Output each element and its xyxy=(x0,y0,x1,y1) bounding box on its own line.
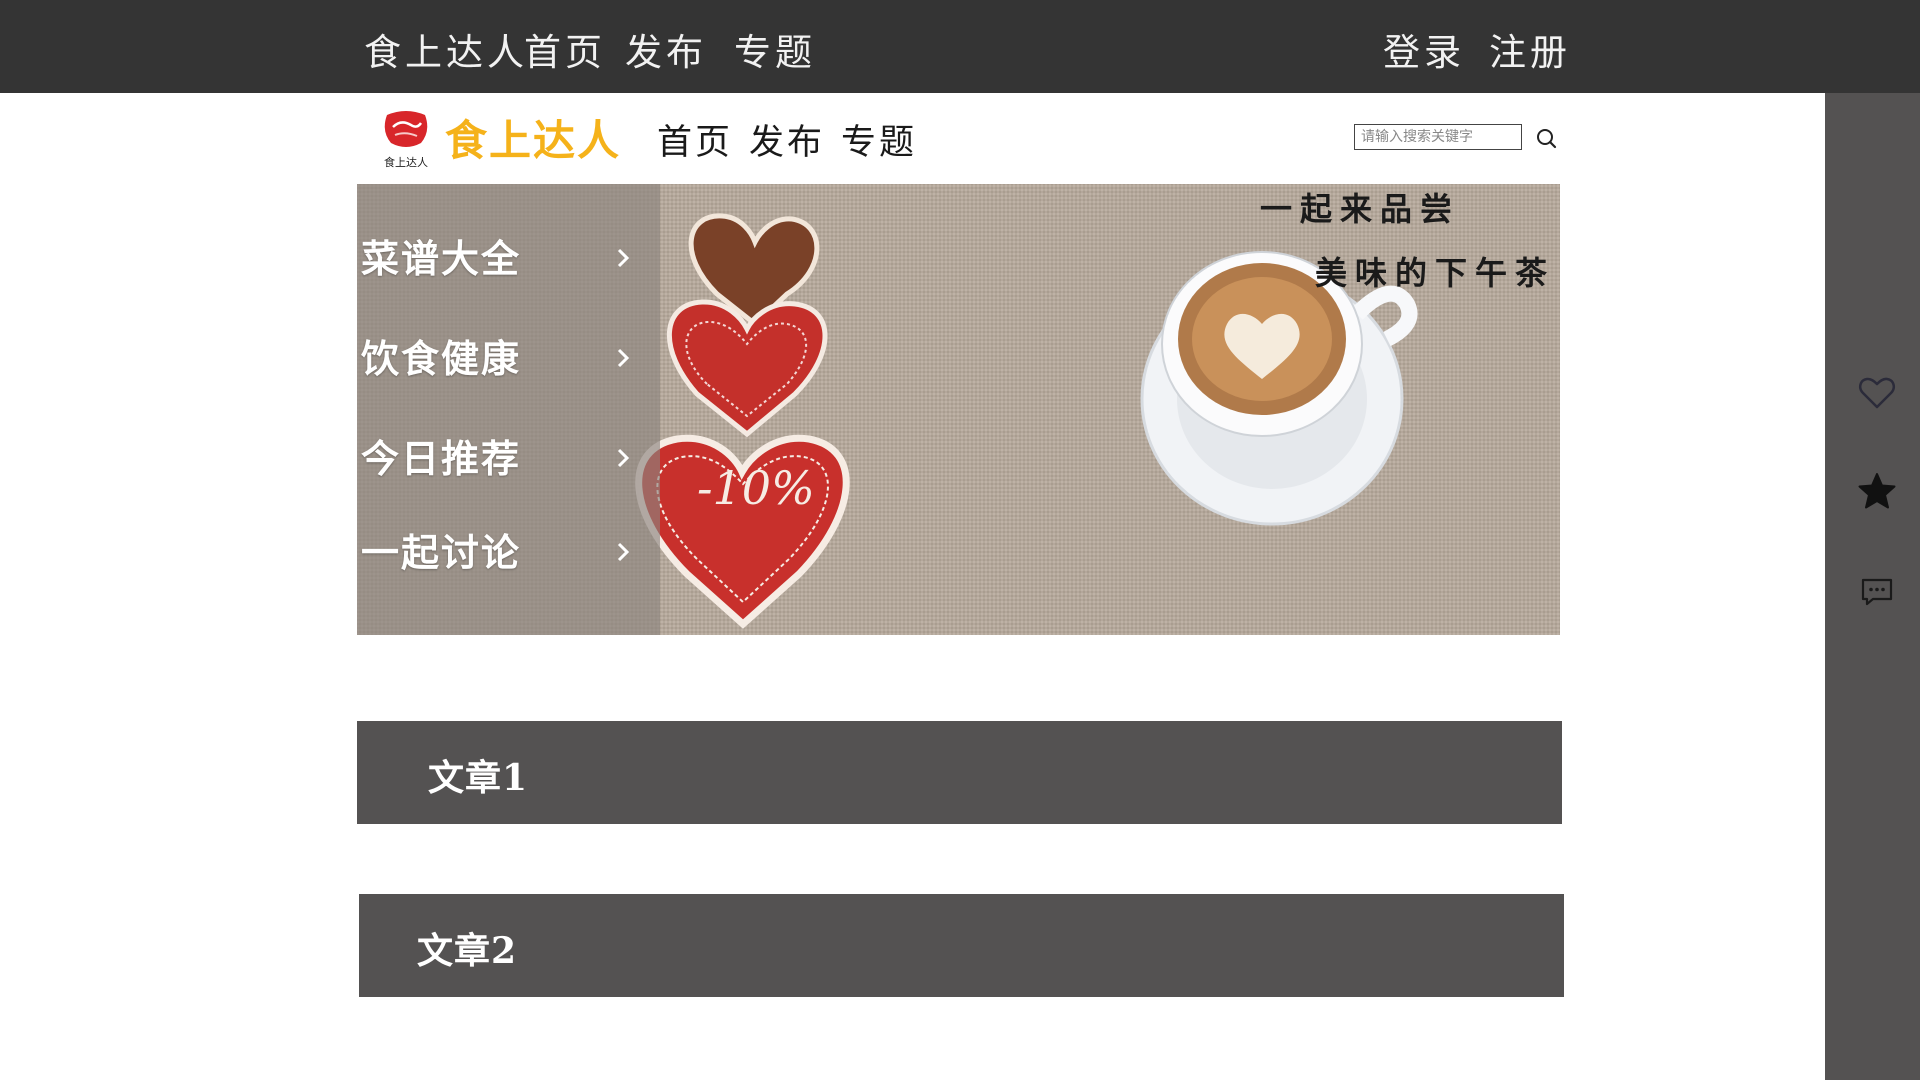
menu-item-discuss[interactable]: 一起讨论 xyxy=(361,522,651,582)
menu-item-health[interactable]: 饮食健康 xyxy=(361,328,651,388)
search-input[interactable] xyxy=(1354,124,1522,150)
login-link[interactable]: 登录 xyxy=(1383,22,1465,76)
top-nav-topics[interactable]: 专题 xyxy=(734,22,816,76)
top-nav-publish[interactable]: 发布 xyxy=(625,22,707,76)
banner-headline-2: 美味的下午茶 xyxy=(1315,254,1556,292)
nav-publish[interactable]: 发布 xyxy=(749,114,825,165)
right-sidebar xyxy=(1825,93,1920,1080)
article-title[interactable]: 文章1 xyxy=(428,749,528,801)
register-link[interactable]: 注册 xyxy=(1489,22,1571,76)
menu-item-label: 饮食健康 xyxy=(361,336,522,381)
top-navbar: 食上达人 首页 发布 专题 登录 注册 xyxy=(0,0,1920,93)
category-menu: 菜谱大全 饮食健康 今日推荐 一起讨论 xyxy=(357,184,660,635)
hero-banner: -10% 菜谱大全 饮食健康 今日推荐 一起讨论 一起来品尝 美味的下午茶 xyxy=(357,184,1560,635)
top-brand[interactable]: 食上达人 xyxy=(364,22,528,76)
article-card-1[interactable]: 文章1 xyxy=(357,721,1562,824)
site-logo[interactable]: 食上达人 xyxy=(381,109,431,169)
menu-item-label: 一起讨论 xyxy=(361,530,522,575)
logo-caption: 食上达人 xyxy=(384,156,428,169)
brand-title[interactable]: 食上达人 xyxy=(445,107,621,168)
nav-home[interactable]: 首页 xyxy=(657,114,733,165)
search-icon[interactable] xyxy=(1534,126,1558,150)
article-title[interactable]: 文章2 xyxy=(417,922,517,974)
discount-badge: -10% xyxy=(697,461,815,515)
comment-icon[interactable] xyxy=(1857,571,1897,611)
chevron-right-icon xyxy=(617,448,630,468)
nav-topics[interactable]: 专题 xyxy=(841,114,917,165)
banner-headline-1: 一起来品尝 xyxy=(1260,190,1461,228)
menu-item-today[interactable]: 今日推荐 xyxy=(361,428,651,488)
heart-icon[interactable] xyxy=(1857,373,1897,413)
star-icon[interactable] xyxy=(1857,471,1897,511)
chevron-right-icon xyxy=(617,248,630,268)
top-nav-home[interactable]: 首页 xyxy=(524,22,606,76)
article-card-2[interactable]: 文章2 xyxy=(359,894,1564,997)
chevron-right-icon xyxy=(617,348,630,368)
chevron-right-icon xyxy=(617,542,630,562)
logo-emblem xyxy=(384,111,428,147)
menu-item-recipes[interactable]: 菜谱大全 xyxy=(361,228,651,288)
menu-item-label: 今日推荐 xyxy=(361,436,522,481)
menu-item-label: 菜谱大全 xyxy=(361,236,522,281)
